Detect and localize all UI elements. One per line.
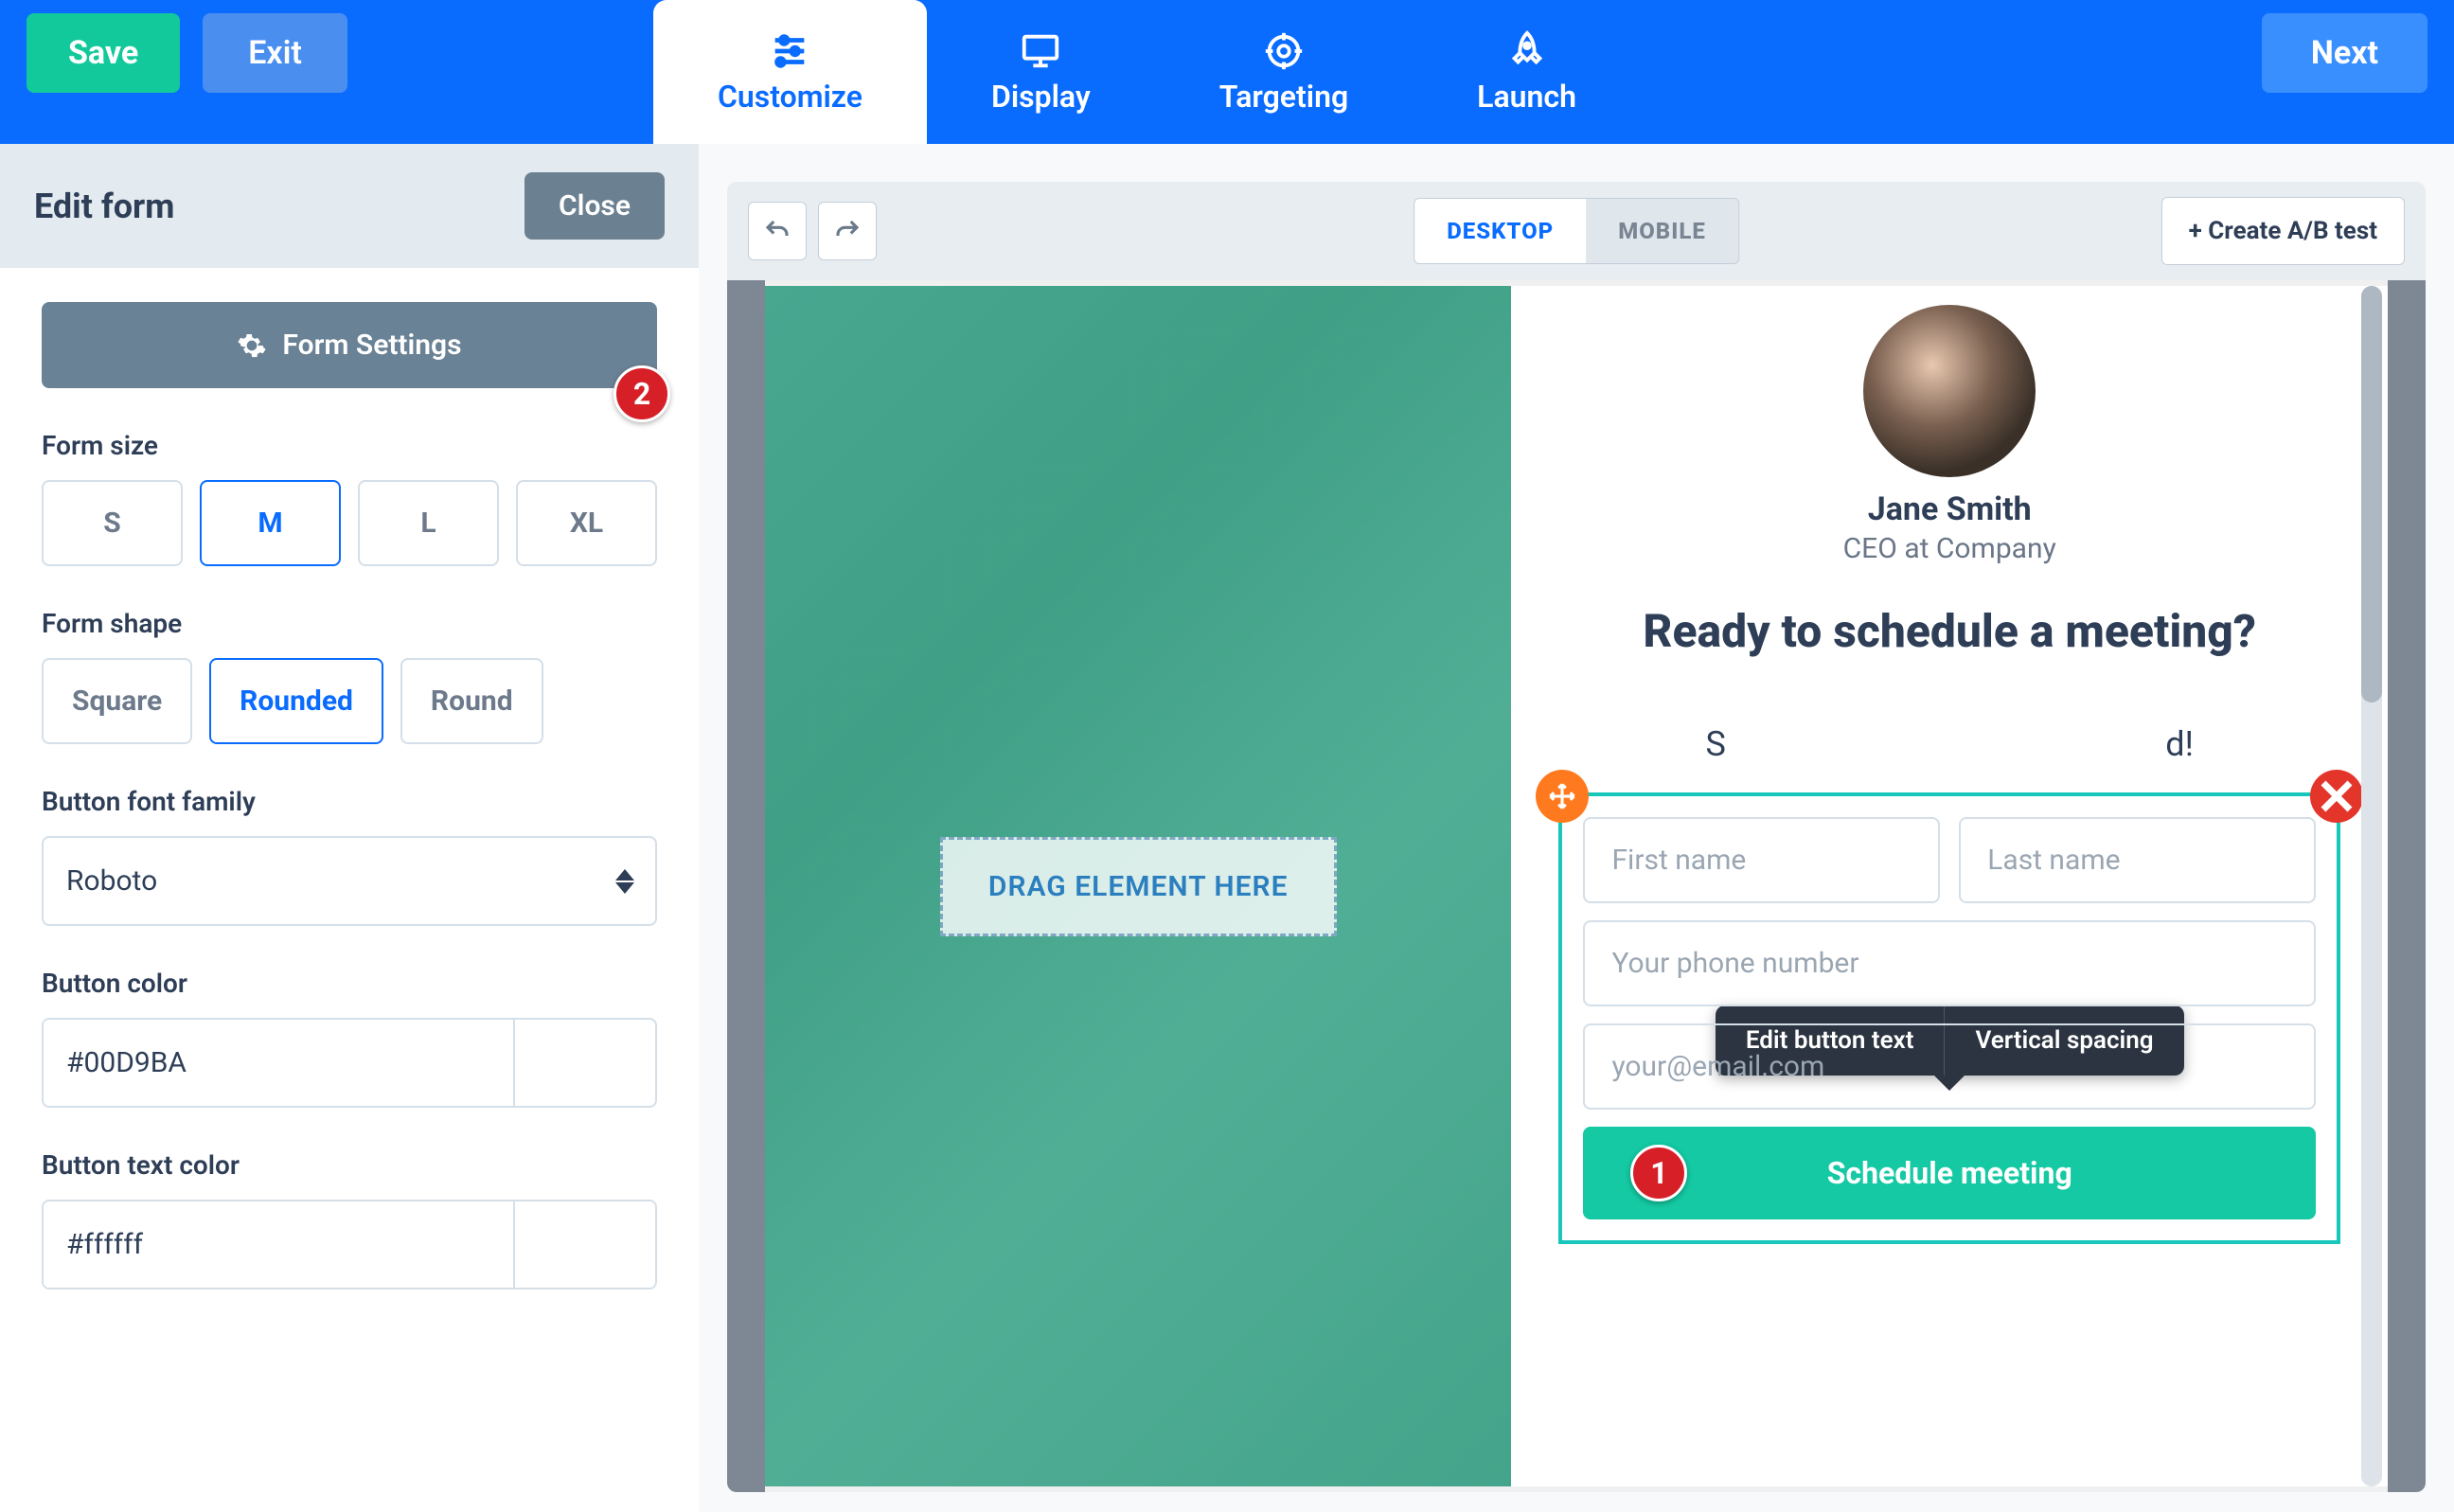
shape-rounded[interactable]: Rounded [209,658,383,744]
form-size-options: S M L XL [42,480,657,566]
undo-icon [763,217,791,245]
callout-badge-2: 2 [614,365,670,422]
delete-handle[interactable] [2310,770,2363,823]
tab-customize[interactable]: Customize [653,0,927,144]
button-font-select[interactable]: Roboto [42,836,657,926]
scrollbar-thumb[interactable] [2361,286,2382,703]
monitor-icon [1019,29,1062,73]
size-m[interactable]: M [200,480,341,566]
schedule-label: Schedule meeting [1827,1155,2072,1191]
tab-launch[interactable]: Launch [1413,0,1641,144]
schedule-meeting-button[interactable]: 1 Schedule meeting [1583,1127,2316,1219]
gear-icon [237,330,267,361]
tab-display[interactable]: Display [927,0,1155,144]
popup-image-pane[interactable]: DRAG ELEMENT HERE [765,286,1511,1486]
person-title[interactable]: CEO at Company [1843,532,2056,565]
view-toggle: DESKTOP MOBILE [1414,198,1739,264]
sidebar: Edit form Close Form Settings 2 Form siz… [0,144,699,1512]
next-button[interactable]: Next [2262,13,2427,93]
popup-heading[interactable]: Ready to schedule a meeting? [1643,603,2256,660]
callout-badge-1: 1 [1630,1145,1687,1201]
first-name-input[interactable]: First name [1583,817,1940,903]
form-settings-label: Form Settings [282,329,461,362]
selected-form[interactable]: First name Last name Your phone number y… [1558,792,2340,1244]
popup-subheading[interactable]: S xxxxxxxxxxxxxxxxxxxxxxxxx d! [1706,724,2194,764]
save-button[interactable]: Save [27,13,180,93]
tab-label: Display [991,79,1091,115]
tab-label: Launch [1477,79,1576,115]
email-input[interactable]: your@email.com [1583,1023,2316,1110]
popup-preview: DRAG ELEMENT HERE Jane Smith CEO at Comp… [765,286,2388,1486]
tab-label: Targeting [1219,79,1348,115]
phone-input[interactable]: Your phone number [1583,920,2316,1006]
topbar-left: Save Exit [0,0,347,93]
create-ab-test-button[interactable]: + Create A/B test [2161,197,2405,265]
button-text-color-input[interactable] [44,1201,513,1288]
size-xl[interactable]: XL [516,480,657,566]
shape-square[interactable]: Square [42,658,192,744]
select-arrows-icon [615,869,634,894]
avatar[interactable] [1863,305,2036,477]
close-button[interactable]: Close [525,172,665,240]
top-tabs: Customize Display Targeting Launch [653,0,1641,144]
last-name-input[interactable]: Last name [1959,817,2316,903]
button-color-swatch[interactable] [513,1020,655,1106]
redo-button[interactable] [818,202,877,260]
canvas-area: DESKTOP MOBILE + Create A/B test DRAG EL… [699,144,2454,1512]
canvas-toolbar: DESKTOP MOBILE + Create A/B test [727,182,2426,280]
sidebar-title: Edit form [34,187,174,226]
sliders-icon [768,29,811,73]
button-text-color-swatch[interactable] [513,1201,655,1288]
view-desktop[interactable]: DESKTOP [1414,199,1586,263]
button-text-color-label: Button text color [42,1149,657,1181]
move-handle[interactable] [1536,770,1589,823]
form-settings-button[interactable]: Form Settings 2 [42,302,657,388]
button-color-input[interactable] [44,1020,513,1106]
view-mobile[interactable]: MOBILE [1586,199,1738,263]
exit-button[interactable]: Exit [203,13,347,93]
rocket-icon [1505,29,1549,73]
undo-button[interactable] [748,202,807,260]
sidebar-header: Edit form Close [0,144,699,268]
form-shape-label: Form shape [42,608,657,639]
button-font-label: Button font family [42,786,657,817]
size-l[interactable]: L [358,480,499,566]
target-icon [1262,29,1306,73]
shape-round[interactable]: Round [400,658,543,744]
preview-canvas: DRAG ELEMENT HERE Jane Smith CEO at Comp… [727,280,2426,1492]
form-shape-options: Square Rounded Round [42,658,657,744]
drop-zone[interactable]: DRAG ELEMENT HERE [940,837,1337,936]
tab-label: Customize [718,79,862,115]
size-s[interactable]: S [42,480,183,566]
tab-targeting[interactable]: Targeting [1155,0,1413,144]
close-icon [2310,770,2363,823]
move-icon [1548,782,1576,810]
button-color-label: Button color [42,968,657,999]
popup-content-pane: Jane Smith CEO at Company Ready to sched… [1511,286,2388,1486]
topbar: Save Exit Customize Display Targeting La… [0,0,2454,144]
form-size-label: Form size [42,430,657,461]
button-color-row [42,1018,657,1108]
redo-icon [833,217,862,245]
person-name[interactable]: Jane Smith [1868,490,2032,528]
scrollbar[interactable] [2361,286,2382,1486]
button-text-color-row [42,1200,657,1290]
